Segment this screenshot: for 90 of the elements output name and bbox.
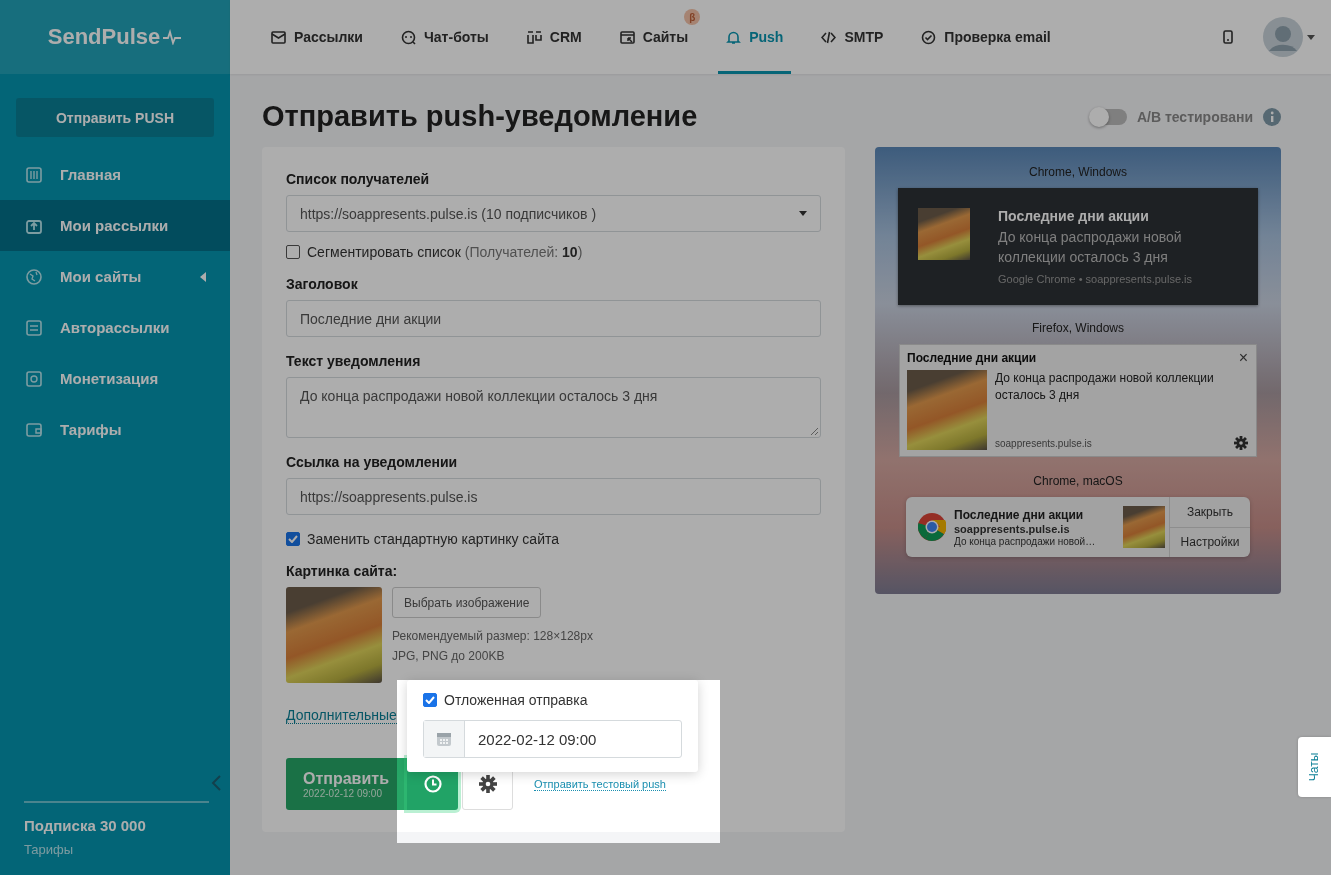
message-textarea[interactable]: До конца распродажи новой коллекции осталось 3 дня <box>286 377 821 438</box>
code-icon <box>821 29 837 45</box>
notification-title: Последние дни акции <box>954 507 1085 522</box>
caret-down-icon <box>799 211 807 216</box>
chat-icon <box>401 29 416 45</box>
pulse-icon <box>162 29 183 45</box>
photo-placeholder <box>1123 506 1165 548</box>
more-settings-link[interactable]: Дополнительные <box>286 707 397 724</box>
envelope-icon <box>271 29 286 45</box>
notification-source: soappresents.pulse.is <box>995 437 1092 449</box>
check-icon <box>425 696 435 704</box>
notification-text: До конца распродажи новой… <box>954 535 1097 547</box>
upload-icon <box>26 217 42 234</box>
nav-tab[interactable]: Чат-боты <box>393 0 497 74</box>
clock-icon <box>423 775 442 793</box>
date-input[interactable]: 2022-02-12 09:00 <box>423 720 682 758</box>
beta-badge: β <box>684 9 701 25</box>
photo-placeholder <box>918 208 970 260</box>
notification-text: До конца распродажи новой коллекции осталось 3 дня <box>998 228 1183 267</box>
title-input[interactable]: Последние дни акции <box>286 300 821 337</box>
sidebar-item[interactable]: Главная <box>0 149 230 200</box>
notification-action-button[interactable]: Закрыть <box>1170 497 1250 528</box>
chat-tab[interactable]: Чаты <box>1298 737 1331 797</box>
chevron-left-icon <box>211 775 221 791</box>
user-menu[interactable] <box>1263 17 1315 57</box>
browser-icon <box>619 29 635 45</box>
notification-title: Последние дни акции <box>907 351 1037 365</box>
checkbox[interactable] <box>423 693 437 707</box>
sidebar-item[interactable]: Мои сайты <box>0 251 230 302</box>
field-label: Текст уведомления <box>286 353 422 369</box>
check-icon <box>288 535 298 543</box>
checkbox-label: Сегментировать список <box>307 244 461 260</box>
checkbox[interactable] <box>286 532 300 546</box>
sidebar-item[interactable]: Авторассылки <box>0 302 230 353</box>
hint-text: Рекомендуемый размер: 128×128px <box>392 628 593 645</box>
nav-tab[interactable]: Push <box>718 0 792 74</box>
notification-source: soappresents.pulse.is <box>954 522 1071 535</box>
sidebar-item[interactable]: Тарифы <box>0 404 230 455</box>
nav-tab[interactable]: CRM <box>518 0 590 74</box>
page-title: Отправить push-уведомление <box>262 100 698 133</box>
bell-icon <box>726 29 742 45</box>
safe-icon <box>26 370 42 387</box>
field-label: Заголовок <box>286 276 359 292</box>
chrome-logo-icon <box>918 513 946 541</box>
checkbox-label: Отложенная отправка <box>444 692 588 708</box>
choose-image-button[interactable]: Выбрать изображение <box>392 587 542 618</box>
info-icon <box>1263 107 1281 126</box>
nav-tab[interactable]: Проверка email <box>913 0 1059 74</box>
notification-action-button[interactable]: Настройки <box>1170 527 1250 557</box>
gear-icon <box>478 775 497 793</box>
ab-label: А/В тестировани <box>1136 108 1253 125</box>
send-button[interactable]: Отправить 2022-02-12 09:00 <box>286 758 407 810</box>
close-button[interactable]: × <box>1238 351 1248 365</box>
sidebar-item[interactable]: Мои рассылки <box>0 200 230 251</box>
calendar-icon <box>436 731 452 747</box>
notification-source: Google Chrome • soappresents.pulse.is <box>998 273 1193 285</box>
checkbox-label: Заменить стандартную картинку сайта <box>307 531 560 547</box>
preview-caption: Chrome, Windows <box>1029 165 1127 179</box>
check-circle-icon <box>921 29 937 45</box>
plan-name: Подписка 30 000 <box>24 817 147 834</box>
preview-caption: Chrome, macOS <box>1033 474 1123 488</box>
sidebar-item[interactable]: Монетизация <box>0 353 230 404</box>
field-label: Список получателей <box>286 171 431 187</box>
resize-grip-icon <box>811 428 818 435</box>
send-push-button[interactable]: Отправить PUSH <box>16 98 214 137</box>
nav-tab[interactable]: SMTP <box>813 0 892 74</box>
phone-icon <box>1223 30 1233 44</box>
nav-tab[interactable]: Рассылки <box>263 0 371 74</box>
notification-title: Последние дни акции <box>998 208 1150 224</box>
gear-icon <box>1234 436 1248 450</box>
field-label: Картинка сайта: <box>286 563 399 579</box>
recipients-select[interactable]: https://soappresents.pulse.is (10 подписчиков ) <box>286 195 821 232</box>
checkbox[interactable] <box>286 245 300 259</box>
caret-left-icon <box>200 271 206 282</box>
hint-text: JPG, PNG до 200KB <box>392 648 506 665</box>
field-label: Ссылка на уведомлении <box>286 454 459 470</box>
logo-text: SendPulse <box>47 24 161 50</box>
sliders-icon <box>26 166 42 183</box>
notification-text: До конца распродажи новой коллекции осталось 3 дня <box>995 370 1215 404</box>
list-icon <box>26 319 42 336</box>
columns-icon <box>526 29 542 45</box>
caret-down-icon <box>1307 34 1315 40</box>
recipient-count: (Получателей: 10) <box>464 244 583 260</box>
globe-icon <box>26 268 42 285</box>
ab-toggle[interactable] <box>1090 108 1127 125</box>
avatar-icon <box>1263 17 1303 57</box>
test-push-link[interactable]: Отправить тестовый push <box>534 777 666 791</box>
wallet-icon <box>26 421 42 438</box>
preview-caption: Firefox, Windows <box>1032 321 1124 335</box>
link-input[interactable]: https://soappresents.pulse.is <box>286 478 821 515</box>
